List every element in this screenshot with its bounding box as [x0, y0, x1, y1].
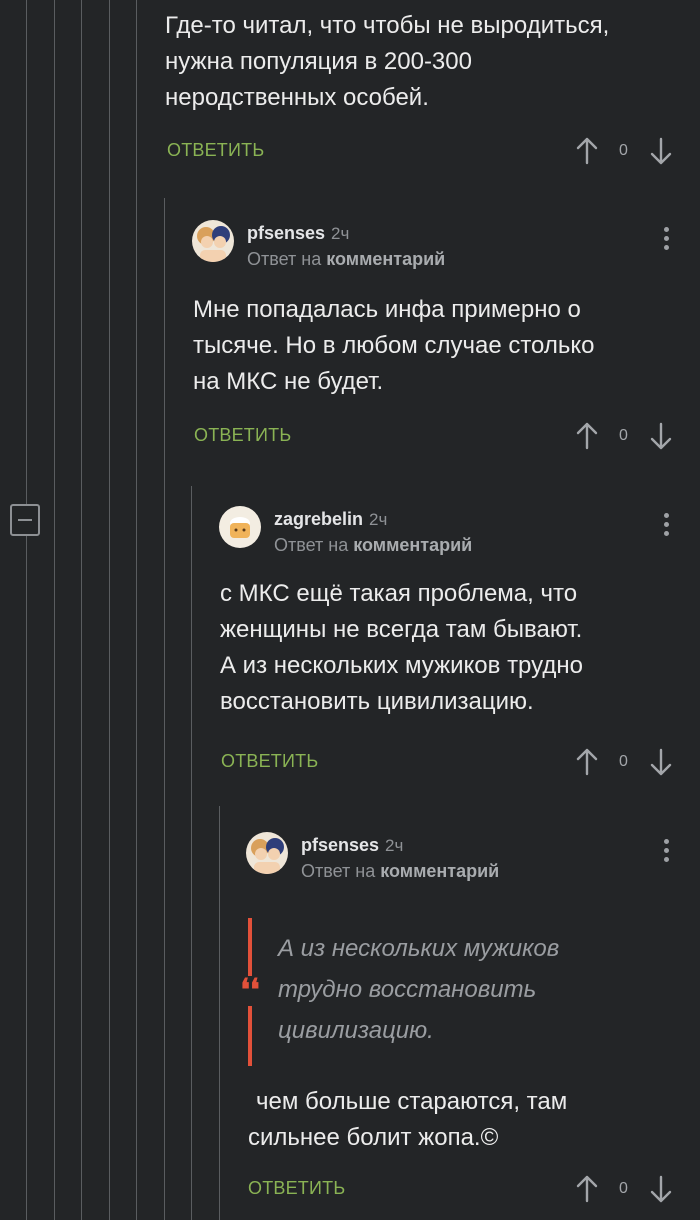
comment-actions: ОТВЕТИТЬ 0 [167, 134, 687, 168]
comment-text: с МКС ещё такая проблема, что женщины не… [220, 576, 583, 720]
quote-line: А из нескольких мужиков [278, 935, 560, 962]
reply-button[interactable]: ОТВЕТИТЬ [167, 140, 264, 161]
arrow-up-icon[interactable] [571, 745, 603, 779]
username[interactable]: zagrebelin 2ч [274, 509, 387, 530]
comment-text: чем больше стараются, там сильнее болит … [248, 1084, 567, 1156]
arrow-down-icon[interactable] [645, 419, 677, 453]
comment-line: с МКС ещё такая проблема, что [220, 580, 578, 607]
vote-score: 0 [619, 753, 628, 770]
arrow-up-icon[interactable] [571, 1172, 603, 1206]
comment-actions: ОТВЕТИТЬ 0 [248, 1172, 684, 1206]
reply-to-label: Ответ на комментарий [301, 861, 500, 881]
comment-line: неродственных особей. [165, 84, 429, 111]
comment-line: нужна популяция в 200-300 [165, 48, 472, 75]
comment-text: Где-то читал, что чтобы не выродиться, н… [165, 8, 609, 116]
thread-line [81, 0, 82, 1220]
comment-time: 2ч [331, 224, 350, 243]
reply-button[interactable]: ОТВЕТИТЬ [194, 425, 291, 446]
vote-score: 0 [619, 1180, 628, 1197]
quote-text: А из нескольких мужиков трудно восстанов… [278, 928, 559, 1051]
thread-line [191, 486, 192, 1220]
comment-actions: ОТВЕТИТЬ 0 [221, 745, 684, 779]
vote-score: 0 [619, 142, 628, 159]
comment-time: 2ч [369, 510, 388, 529]
comment-line: сильнее болит жопа.© [248, 1124, 499, 1151]
comment-line: на МКС не будет. [193, 368, 384, 395]
thread-line [164, 198, 165, 1220]
arrow-up-icon[interactable] [571, 134, 603, 168]
thread-line [219, 806, 220, 1220]
comment-line: восстановить цивилизацию. [220, 688, 534, 715]
thread-line [54, 0, 55, 1220]
thread-line [136, 0, 137, 1220]
avatar[interactable] [219, 506, 261, 548]
arrow-down-icon[interactable] [645, 1172, 677, 1206]
comment-line: А из нескольких мужиков трудно [220, 652, 583, 679]
quote-line: цивилизацию. [278, 1017, 434, 1044]
comment-line: Мне попадалась инфа примерно о [193, 296, 581, 323]
comment-line: чем больше стараются, там [256, 1088, 568, 1115]
more-vertical-icon[interactable] [656, 511, 676, 541]
arrow-up-icon[interactable] [571, 419, 603, 453]
vote-score: 0 [619, 427, 628, 444]
comment-time: 2ч [385, 836, 404, 855]
reply-to-label: Ответ на комментарий [274, 535, 473, 555]
comment-line: Где-то читал, что чтобы не выродиться, [165, 12, 610, 39]
reply-button[interactable]: ОТВЕТИТЬ [221, 751, 318, 772]
thread-line [109, 0, 110, 1220]
reply-to-label: Ответ на комментарий [247, 249, 446, 269]
quote-icon: ❛❛ [238, 976, 262, 1006]
collapse-thread-button[interactable] [10, 504, 40, 536]
comment-text: Мне попадалась инфа примерно о тысяче. Н… [193, 292, 595, 400]
comment-actions: ОТВЕТИТЬ 0 [194, 419, 684, 453]
reply-button[interactable]: ОТВЕТИТЬ [248, 1178, 345, 1199]
reply-to-link[interactable]: комментарий [353, 535, 472, 555]
avatar[interactable] [246, 832, 288, 874]
reply-to-link[interactable]: комментарий [326, 249, 445, 269]
more-vertical-icon[interactable] [656, 225, 676, 255]
reply-to-link[interactable]: комментарий [380, 861, 499, 881]
avatar[interactable] [192, 220, 234, 262]
comment-line: тысяче. Но в любом случае столько [193, 332, 595, 359]
quote-line: трудно восстановить [278, 976, 537, 1003]
arrow-down-icon[interactable] [645, 745, 677, 779]
username[interactable]: pfsenses 2ч [301, 835, 403, 856]
more-vertical-icon[interactable] [656, 837, 676, 867]
comment-line: женщины не всегда там бывают. [220, 616, 583, 643]
username[interactable]: pfsenses 2ч [247, 223, 349, 244]
arrow-down-icon[interactable] [645, 134, 677, 168]
thread-line [26, 0, 27, 1220]
